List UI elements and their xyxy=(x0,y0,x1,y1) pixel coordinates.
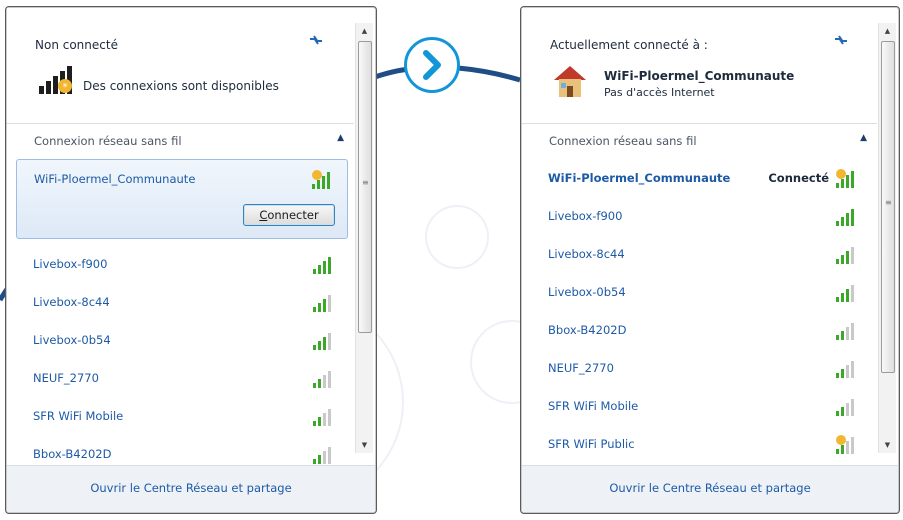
network-item-connected[interactable]: WiFi-Ploermel_Communaute Connecté xyxy=(531,159,871,197)
panel-footer: Ouvrir le Centre Réseau et partage xyxy=(522,465,898,512)
wifi-signal-icon xyxy=(313,257,331,274)
network-name: Bbox-B4202D xyxy=(548,323,627,337)
wifi-panel-connected: Actuellement connecté à : WiFi-Ploermel_… xyxy=(520,6,900,514)
scrollbar[interactable]: ▲ ≡ ▼ xyxy=(355,23,373,453)
scroll-up-icon[interactable]: ▲ xyxy=(356,23,373,39)
status-title: Actuellement connecté à : xyxy=(550,38,708,52)
network-name: Livebox-8c44 xyxy=(33,295,110,309)
section-header[interactable]: Connexion réseau sans fil ▲ xyxy=(522,123,877,160)
scroll-down-icon[interactable]: ▼ xyxy=(356,437,373,453)
network-name: SFR WiFi Mobile xyxy=(33,409,124,423)
wifi-secured-signal-icon xyxy=(836,169,854,188)
wifi-signal-icon xyxy=(313,409,331,426)
network-center-link[interactable]: Ouvrir le Centre Réseau et partage xyxy=(522,481,898,495)
network-name: Livebox-0b54 xyxy=(33,333,111,347)
network-name: SFR WiFi Mobile xyxy=(548,399,639,413)
network-name: SFR WiFi Public xyxy=(548,437,635,451)
chevron-right-icon xyxy=(423,50,441,80)
refresh-icon[interactable] xyxy=(832,34,850,48)
svg-text:*: * xyxy=(63,82,68,93)
wifi-signal-icon xyxy=(836,361,854,378)
connected-network-name: WiFi-Ploermel_Communaute xyxy=(604,69,795,83)
grip-icon: ≡ xyxy=(885,198,892,207)
panel-footer: Ouvrir le Centre Réseau et partage xyxy=(7,465,375,512)
wifi-signal-icon xyxy=(313,295,331,312)
network-name: Livebox-f900 xyxy=(33,257,108,271)
wifi-signal-icon xyxy=(836,323,854,340)
wifi-signal-icon xyxy=(313,333,331,350)
networks-available-icon: * xyxy=(39,66,72,94)
network-name: WiFi-Ploermel_Communaute xyxy=(34,172,196,186)
connect-button-label: onnecter xyxy=(267,208,319,222)
section-label: Connexion réseau sans fil xyxy=(34,134,182,148)
wifi-signal-icon xyxy=(836,209,854,226)
network-item[interactable]: Livebox-8c44 xyxy=(16,283,348,321)
connected-label: Connecté xyxy=(768,171,829,185)
next-step-button xyxy=(404,37,460,93)
network-item[interactable]: Livebox-f900 xyxy=(16,245,348,283)
network-item[interactable]: NEUF_2770 xyxy=(531,349,871,387)
network-center-link[interactable]: Ouvrir le Centre Réseau et partage xyxy=(7,481,375,495)
section-header[interactable]: Connexion réseau sans fil ▲ xyxy=(7,123,354,160)
wifi-secured-signal-icon xyxy=(312,170,330,189)
network-item[interactable]: Livebox-0b54 xyxy=(531,273,871,311)
wifi-signal-icon xyxy=(313,371,331,388)
scroll-thumb[interactable]: ≡ xyxy=(881,41,895,373)
network-name: NEUF_2770 xyxy=(33,371,99,385)
network-item[interactable]: Livebox-0b54 xyxy=(16,321,348,359)
network-name: Livebox-f900 xyxy=(548,209,623,223)
network-name: Livebox-0b54 xyxy=(548,285,626,299)
network-item[interactable]: Bbox-B4202D xyxy=(531,311,871,349)
wifi-signal-icon xyxy=(836,285,854,302)
network-name: WiFi-Ploermel_Communaute xyxy=(548,171,731,185)
scroll-down-icon[interactable]: ▼ xyxy=(879,437,896,453)
collapse-icon[interactable]: ▲ xyxy=(860,133,867,143)
internet-status: Pas d'accès Internet xyxy=(604,86,715,99)
network-name: NEUF_2770 xyxy=(548,361,614,375)
panel-header: Non connecté * Des connexions sont dispo… xyxy=(7,8,354,118)
network-item[interactable]: SFR WiFi Public xyxy=(531,425,871,463)
home-network-icon xyxy=(554,66,586,97)
network-name: Livebox-8c44 xyxy=(548,247,625,261)
collapse-icon[interactable]: ▲ xyxy=(337,133,344,143)
network-item[interactable]: Livebox-8c44 xyxy=(531,235,871,273)
status-message: Des connexions sont disponibles xyxy=(83,79,279,93)
network-item[interactable]: NEUF_2770 xyxy=(16,359,348,397)
status-title: Non connecté xyxy=(35,38,118,52)
grip-icon: ≡ xyxy=(362,178,369,187)
wifi-signal-icon xyxy=(313,447,331,464)
scroll-up-icon[interactable]: ▲ xyxy=(879,23,896,39)
wifi-secured-signal-icon xyxy=(836,435,854,454)
section-label: Connexion réseau sans fil xyxy=(549,134,697,148)
wifi-signal-icon xyxy=(836,247,854,264)
network-name: Bbox-B4202D xyxy=(33,447,112,461)
network-item[interactable]: SFR WiFi Mobile xyxy=(531,387,871,425)
network-item[interactable]: Livebox-f900 xyxy=(531,197,871,235)
refresh-icon[interactable] xyxy=(307,34,325,48)
connect-button[interactable]: Connecter xyxy=(243,204,335,226)
scroll-thumb[interactable]: ≡ xyxy=(358,41,372,333)
panel-header: Actuellement connecté à : WiFi-Ploermel_… xyxy=(522,8,877,118)
wifi-panel-not-connected: Non connecté * Des connexions sont dispo… xyxy=(5,6,377,514)
background-circle-small xyxy=(425,205,489,269)
scrollbar[interactable]: ▲ ≡ ▼ xyxy=(878,23,896,453)
network-item[interactable]: SFR WiFi Mobile xyxy=(16,397,348,435)
wifi-signal-icon xyxy=(836,399,854,416)
network-item-selected[interactable]: WiFi-Ploermel_Communaute Connecter xyxy=(16,159,348,239)
